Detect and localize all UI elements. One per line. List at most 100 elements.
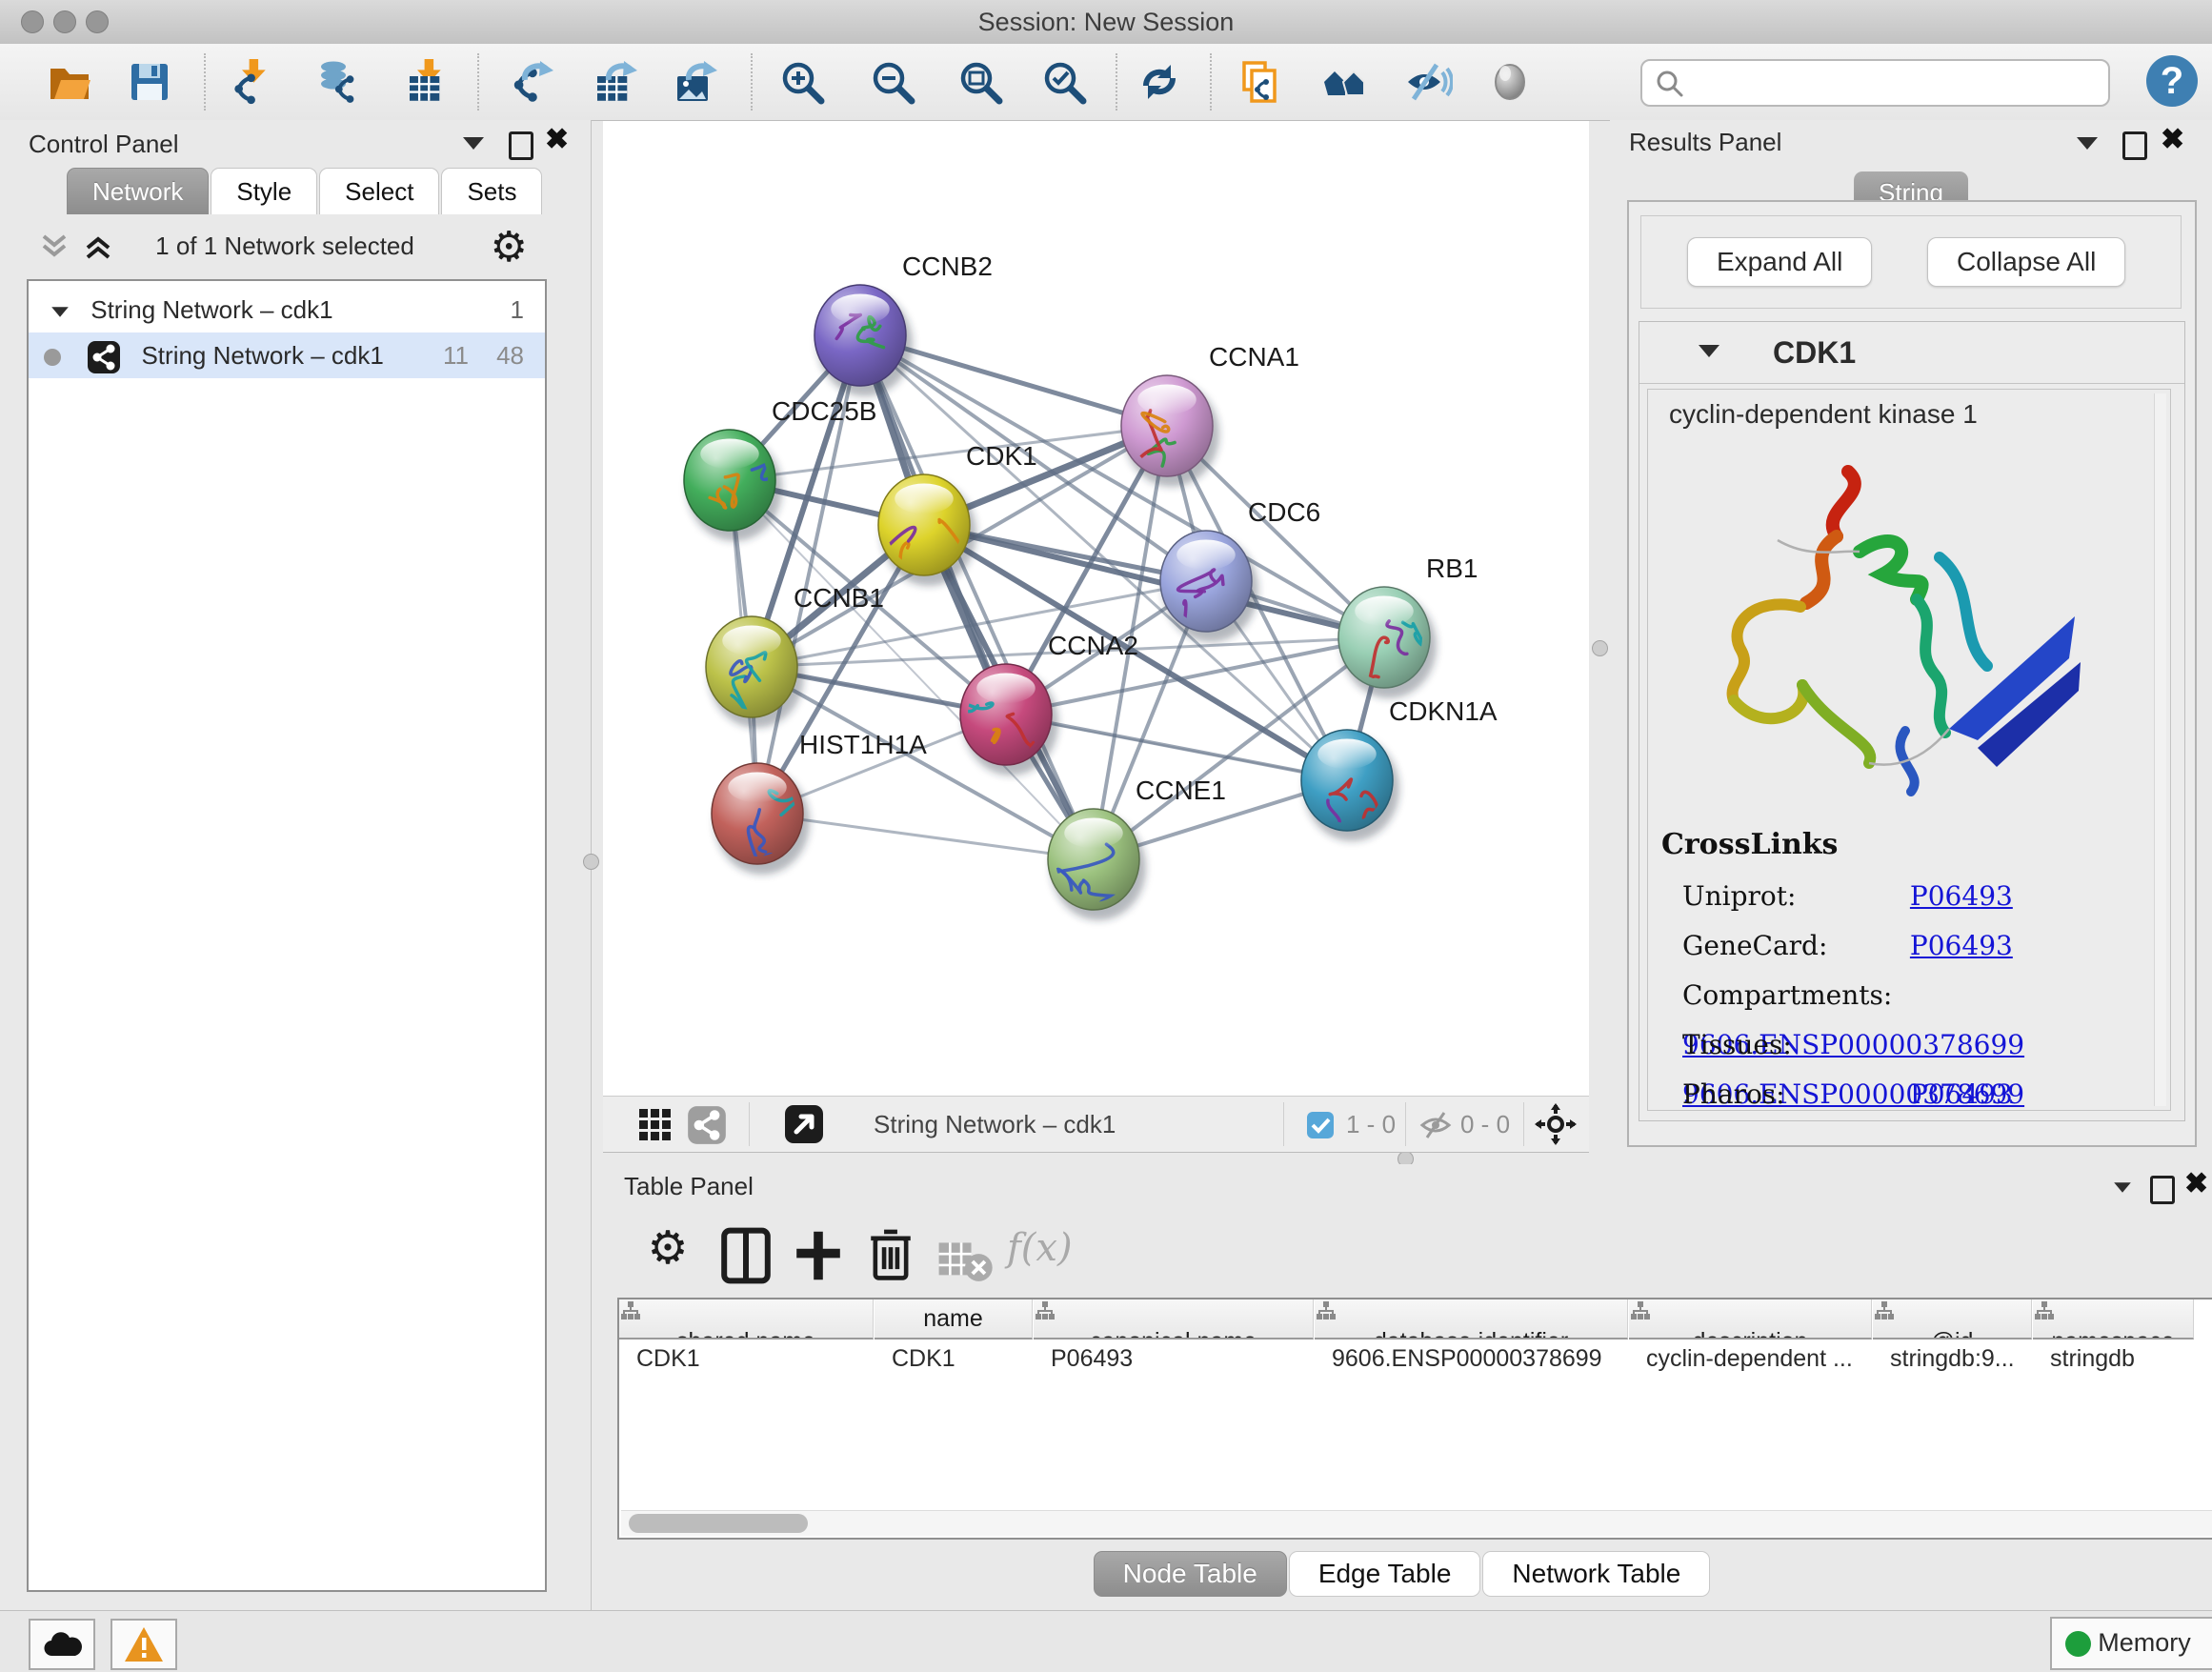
crosslinks-list: Uniprot: P06493 GeneCard: P06493 Compart…: [1682, 872, 2159, 1119]
column-header-namespace[interactable]: namespace: [2033, 1299, 2194, 1340]
control-panel-collapse-button[interactable]: [463, 137, 484, 150]
tab-select[interactable]: Select: [319, 168, 439, 214]
network-node-CDC25B[interactable]: CDC25B: [684, 396, 876, 541]
collapse-all-button[interactable]: Collapse All: [1927, 237, 2125, 287]
crosslink-label: Compartments:: [1682, 971, 1901, 1020]
network-node-CCNB1[interactable]: CCNB1: [706, 583, 884, 728]
save-session-icon[interactable]: [124, 56, 175, 108]
tab-edge-table[interactable]: Edge Table: [1289, 1551, 1481, 1597]
table-panel-collapse-button[interactable]: [2112, 1181, 2133, 1194]
tab-node-table[interactable]: Node Table: [1094, 1551, 1287, 1597]
show-graphics-icon[interactable]: [1486, 56, 1538, 108]
tab-network[interactable]: Network: [67, 168, 209, 214]
crosslink-label: Pharos:: [1682, 1070, 1901, 1119]
import-network-icon[interactable]: [226, 56, 277, 108]
results-panel-float-button[interactable]: [2122, 131, 2147, 160]
search-input[interactable]: [1696, 63, 2100, 101]
network-node-CCNB2[interactable]: CCNB2: [814, 252, 993, 396]
export-table-icon[interactable]: [591, 56, 642, 108]
table-tabs: Node TableEdge TableNetwork Table: [592, 1551, 2212, 1597]
hide-graphics-icon[interactable]: [1401, 56, 1453, 108]
column-header--id[interactable]: @id: [1873, 1299, 2032, 1340]
control-panel-close-button[interactable]: ✖: [545, 129, 569, 151]
control-panel-float-button[interactable]: [509, 131, 533, 160]
delete-column-icon[interactable]: [862, 1225, 919, 1282]
right-splitter-handle[interactable]: [1592, 640, 1608, 656]
gene-description: cyclin-dependent kinase 1: [1669, 399, 1978, 430]
import-table-icon[interactable]: [401, 56, 452, 108]
column-header-description[interactable]: description: [1629, 1299, 1872, 1340]
network-collection-row[interactable]: String Network – cdk1 1: [29, 287, 545, 332]
table-cell[interactable]: CDK1: [619, 1340, 873, 1378]
hidden-eye-icon[interactable]: [1418, 1109, 1453, 1141]
results-vertical-scrollbar[interactable]: [2154, 393, 2166, 1106]
network-node-RB1[interactable]: RB1: [1338, 554, 1478, 698]
help-button[interactable]: ?: [2146, 55, 2198, 107]
expand-all-button[interactable]: Expand All: [1687, 237, 1872, 287]
network-node-CCNE1[interactable]: CCNE1: [1048, 776, 1226, 920]
memory-button[interactable]: Memory: [2050, 1617, 2212, 1670]
table-gear-icon[interactable]: ⚙: [639, 1219, 696, 1277]
results-panel-close-button[interactable]: ✖: [2161, 129, 2184, 151]
network-node-CCNA1[interactable]: CCNA1: [1121, 342, 1299, 487]
window-close-button[interactable]: [21, 10, 44, 33]
zoom-in-icon[interactable]: [776, 56, 828, 108]
gene-collapse-icon[interactable]: [1699, 345, 1719, 357]
search-box[interactable]: [1640, 59, 2110, 107]
table-cell[interactable]: cyclin-dependent ...: [1629, 1340, 1871, 1378]
column-header-canonical-name[interactable]: canonical name: [1034, 1299, 1314, 1340]
crosslink-link[interactable]: P06493: [1910, 880, 2013, 912]
zoom-fit-icon[interactable]: [955, 56, 1006, 108]
window-minimize-button[interactable]: [53, 10, 76, 33]
tab-style[interactable]: Style: [211, 168, 317, 214]
table-panel-float-button[interactable]: [2150, 1176, 2175, 1204]
table-hscroll-thumb[interactable]: [629, 1514, 808, 1533]
export-image-icon[interactable]: [671, 56, 722, 108]
table-cell[interactable]: stringdb:9...: [1873, 1340, 2031, 1378]
column-header-database-identifier[interactable]: database identifier: [1315, 1299, 1628, 1340]
delete-table-icon[interactable]: [936, 1233, 994, 1290]
table-cell[interactable]: 9606.ENSP00000378699: [1315, 1340, 1627, 1378]
table-panel-close-button[interactable]: ✖: [2184, 1173, 2208, 1196]
table-cell[interactable]: stringdb: [2033, 1340, 2193, 1378]
network-options-gear-icon[interactable]: ⚙: [491, 223, 528, 272]
crosslink-label: Uniprot:: [1682, 872, 1901, 921]
show-columns-icon[interactable]: [717, 1227, 774, 1284]
crosslink-link[interactable]: P06493: [1910, 1078, 2013, 1110]
export-network-icon[interactable]: [507, 56, 558, 108]
table-cell[interactable]: CDK1: [875, 1340, 1032, 1378]
control-panel-tabs: NetworkStyleSelectSets: [67, 168, 544, 214]
selected-checkbox-icon[interactable]: [1306, 1111, 1335, 1139]
network-node-CDKN1A[interactable]: CDKN1A: [1301, 696, 1498, 841]
tab-sets[interactable]: Sets: [441, 168, 542, 214]
left-splitter-handle[interactable]: [583, 854, 599, 870]
network-canvas[interactable]: CCNB2 CCNA1 CDC25B CDK1 CDC6 RB1 CCNB1 C…: [603, 121, 1589, 1096]
add-column-icon[interactable]: [790, 1227, 847, 1284]
table-horizontal-scrollbar[interactable]: [621, 1510, 2212, 1536]
cloud-button[interactable]: [29, 1619, 95, 1670]
grid-view-icon[interactable]: [637, 1107, 674, 1143]
table-cell[interactable]: P06493: [1034, 1340, 1313, 1378]
network-share-icon[interactable]: [687, 1105, 727, 1145]
cloud-icon: [41, 1629, 83, 1660]
results-panel-collapse-button[interactable]: [2077, 137, 2098, 150]
import-database-icon[interactable]: [313, 56, 365, 108]
tab-network-table[interactable]: Network Table: [1482, 1551, 1710, 1597]
column-header-shared-name[interactable]: shared name: [619, 1299, 874, 1340]
window-zoom-button[interactable]: [86, 10, 109, 33]
function-builder-icon[interactable]: f(x): [1007, 1219, 1064, 1277]
refresh-icon[interactable]: [1134, 56, 1185, 108]
birds-eye-view-icon[interactable]: [784, 1104, 824, 1144]
gene-card-header[interactable]: CDK1: [1639, 322, 2184, 384]
network-row-selected[interactable]: String Network – cdk1 11 48: [29, 332, 545, 378]
network-node-HIST1H1A[interactable]: HIST1H1A: [712, 730, 927, 875]
open-session-icon[interactable]: [44, 56, 95, 108]
crosshair-icon[interactable]: [1535, 1103, 1577, 1145]
network-from-selection-icon[interactable]: [1234, 56, 1285, 108]
crosslink-link[interactable]: P06493: [1910, 930, 2013, 961]
warnings-button[interactable]: [111, 1619, 177, 1670]
column-header-name[interactable]: name: [875, 1299, 1033, 1340]
houses-icon[interactable]: [1319, 56, 1371, 108]
zoom-selected-icon[interactable]: [1038, 56, 1090, 108]
zoom-out-icon[interactable]: [867, 56, 918, 108]
